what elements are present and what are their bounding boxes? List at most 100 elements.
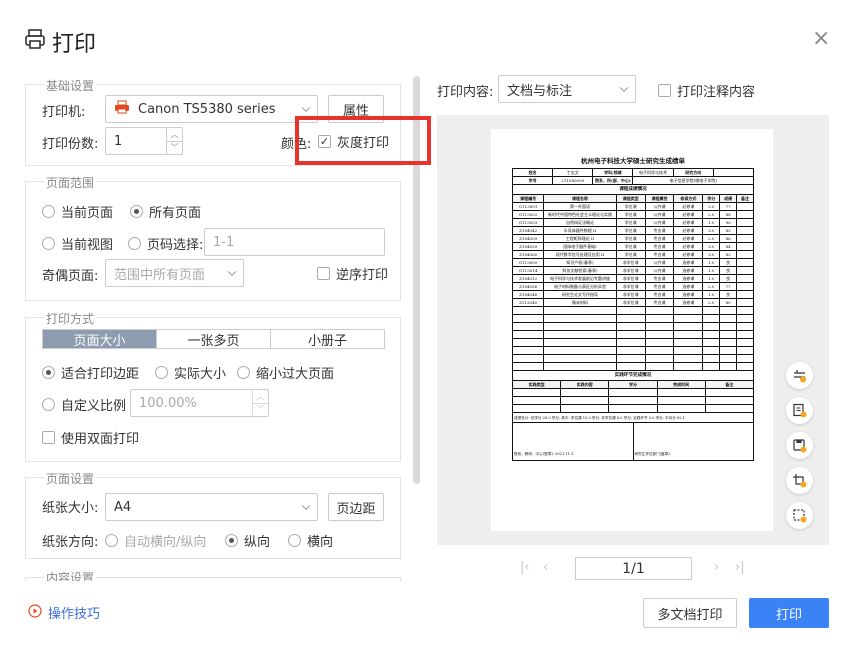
radio-current-view[interactable]: 当前视图 xyxy=(42,234,113,253)
doc-column-header: 修读方式 xyxy=(673,194,704,203)
stepper-down-icon[interactable]: ﹀ xyxy=(253,404,268,417)
margins-button[interactable]: 页边距 xyxy=(328,493,384,521)
doc-column-header: 实践类型 xyxy=(511,380,562,389)
radio-fit-margins[interactable]: 适合打印边距 xyxy=(42,363,139,382)
doc-cell: 2.0 xyxy=(702,298,721,307)
select-region-icon[interactable] xyxy=(786,502,813,529)
radio-auto-orientation[interactable]: 自动横向/纵向 xyxy=(105,531,206,550)
stepper-up-icon[interactable]: ︿ xyxy=(253,390,268,404)
print-annotations-checkbox[interactable]: 打印注释内容 xyxy=(658,81,755,100)
first-page-icon[interactable]: |‹ xyxy=(520,560,530,575)
doc-cell xyxy=(615,322,646,331)
doc-column-header: 课程名称 xyxy=(543,194,617,203)
radio-custom-scale[interactable]: 自定义比例 xyxy=(42,395,126,414)
page-indicator[interactable]: 1/1 xyxy=(575,557,692,580)
doc-footer-right: 研究生学位部门(盖章): xyxy=(634,452,671,456)
custom-scale-stepper[interactable]: 100.00% ︿ ﹀ xyxy=(130,389,269,417)
radio-all-pages[interactable]: 所有页面 xyxy=(130,202,201,221)
tab-booklet[interactable]: 小册子 xyxy=(270,330,384,349)
table-row: Z104012 电子科学与技术发展前沿专题讲座 非学位课 专业课 选修课 1.0 良 xyxy=(511,274,754,283)
doc-cell xyxy=(736,290,754,299)
doc-cell: 学位课 xyxy=(615,242,646,251)
duplex-checkbox[interactable]: 使用双面打印 xyxy=(42,428,139,447)
doc-cell xyxy=(543,354,617,363)
doc-cell xyxy=(673,322,704,331)
empty-table-row xyxy=(511,362,754,371)
doc-cell: 专业课 xyxy=(644,242,675,251)
last-page-icon[interactable]: ›| xyxy=(735,560,745,575)
doc-cell xyxy=(702,306,721,315)
doc-cell: 82 xyxy=(719,250,738,259)
table-row: Z104042 半导体器件物理 II 学位课 专业课 必修课 3.0 85 xyxy=(511,226,754,235)
doc-cell: 良 xyxy=(719,290,738,299)
doc-cell: Z104059 xyxy=(511,242,545,251)
stepper-down-icon[interactable]: ﹀ xyxy=(167,142,182,155)
doc-cell: 良 xyxy=(719,274,738,283)
doc-cell: G113003 xyxy=(511,218,545,227)
doc-cell: 选修课 xyxy=(673,290,704,299)
doc-cell: 学位课 xyxy=(615,210,646,219)
doc-cell: Z104046 xyxy=(511,290,545,299)
doc-cell xyxy=(615,338,646,347)
doc-section2-title: 实践环节完成情况 xyxy=(512,371,754,380)
table-row: G113014 科技文献检索(春季) 非学位课 公共课 选修课 1.0 良 xyxy=(511,266,754,275)
doc-cell xyxy=(560,396,610,405)
print-button[interactable]: 打印 xyxy=(749,598,829,628)
reverse-print-checkbox[interactable]: 逆序打印 xyxy=(317,264,388,283)
tips-label: 操作技巧 xyxy=(48,607,101,622)
doc-cell: 2.0 xyxy=(702,234,721,243)
page-select-input[interactable]: 1-1 xyxy=(204,228,385,256)
paper-size-select[interactable]: A4 xyxy=(105,493,318,521)
next-page-icon[interactable]: › xyxy=(714,560,719,575)
tips-link[interactable]: 操作技巧 xyxy=(28,603,100,622)
radio-shrink-oversized[interactable]: 缩小过大页面 xyxy=(237,363,334,382)
zoom-fit-icon[interactable] xyxy=(786,362,813,389)
radio-portrait[interactable]: 纵向 xyxy=(225,531,270,550)
doc-cell xyxy=(719,362,738,371)
print-content-select[interactable]: 文档与标注 xyxy=(498,75,636,103)
all-pages-label: 所有页面 xyxy=(149,206,202,221)
print-annotations-label: 打印注释内容 xyxy=(677,85,756,100)
table-row: Z104046 研究生论文写作指导 非学位课 专业课 选修课 1.0 良 xyxy=(511,290,754,299)
multi-document-print-button[interactable]: 多文档打印 xyxy=(643,598,737,628)
transcript-document: 杭州电子科技大学硕士研究生成绩单 姓名 丁志文 学科/领域 电子科学与技术 研究方向 学… xyxy=(511,155,755,495)
radio-actual-size[interactable]: 实际大小 xyxy=(155,363,226,382)
doc-cell: Z104056 xyxy=(511,282,545,291)
doc-cell xyxy=(615,354,646,363)
odd-even-select[interactable]: 范围中所有页面 xyxy=(105,259,244,287)
doc-cell: G113002 xyxy=(511,210,545,219)
tab-page-size[interactable]: 页面大小 xyxy=(43,330,156,349)
doc-cell: 电子材料制备与表征分析实验 xyxy=(543,282,617,291)
doc-cell: 选修课 xyxy=(673,282,704,291)
doc-cell xyxy=(560,388,610,397)
radio-page-select[interactable]: 页码选择: xyxy=(128,234,203,253)
copies-stepper[interactable]: 1 ︿ ﹀ xyxy=(105,127,183,155)
doc-cell: 必修课 xyxy=(673,226,704,235)
doc-cell xyxy=(511,388,562,397)
doc-cell: 必修课 xyxy=(673,210,704,219)
doc-header-cell: 院系、所(部、中心) xyxy=(592,176,634,185)
doc-cell: 必修课 xyxy=(673,250,704,259)
doc-cell xyxy=(736,338,754,347)
doc-header-cell xyxy=(712,168,755,177)
doc-footer: 院系、教研、中心(签章): 2021.11.5 研究生学位部门(盖章): xyxy=(512,423,754,461)
doc-cell xyxy=(736,266,754,275)
doc-cell: 选修课 xyxy=(673,258,704,267)
shrink-oversized-label: 缩小过大页面 xyxy=(256,367,335,382)
doc-cell xyxy=(673,354,704,363)
doc-cell xyxy=(656,388,706,397)
doc-header-cell: 姓名 xyxy=(511,168,554,177)
close-icon[interactable]: × xyxy=(812,28,830,50)
save-icon[interactable] xyxy=(786,432,813,459)
radio-current-page[interactable]: 当前页面 xyxy=(42,202,113,221)
stepper-up-icon[interactable]: ︿ xyxy=(167,128,182,142)
empty-table-row xyxy=(511,322,754,331)
prev-page-icon[interactable]: ‹ xyxy=(543,560,548,575)
tab-multi-page[interactable]: 一张多页 xyxy=(156,330,270,349)
printer-select[interactable]: Canon TS5380 series xyxy=(105,95,318,123)
doc-header-cell: 211040039 xyxy=(552,176,594,185)
doc-cell: 86 xyxy=(719,234,738,243)
radio-landscape[interactable]: 横向 xyxy=(288,531,333,550)
crop-icon[interactable] xyxy=(786,467,813,494)
page-save-icon[interactable] xyxy=(786,397,813,424)
